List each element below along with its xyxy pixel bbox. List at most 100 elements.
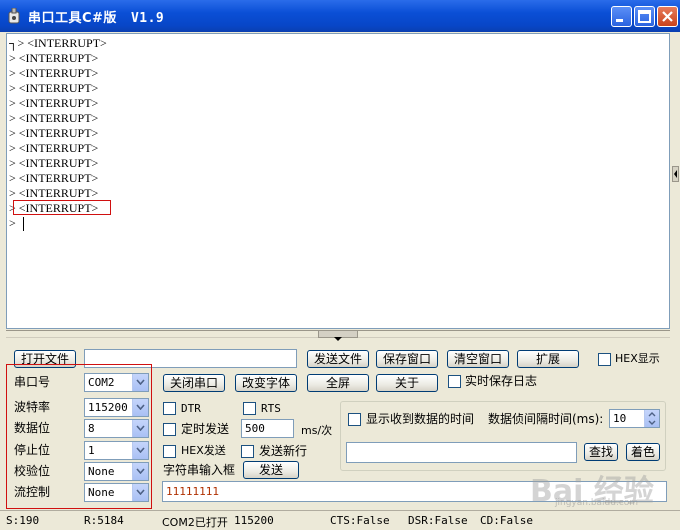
color-button[interactable]: 着色 [626, 443, 660, 461]
chevron-down-icon [136, 468, 145, 474]
about-button[interactable]: 关于 [376, 374, 438, 392]
databits-label: 数据位 [14, 421, 51, 435]
timed-send-checkbox[interactable] [163, 423, 176, 436]
text-caret [23, 217, 24, 231]
frame-interval-value: 10 [613, 412, 627, 425]
console-line: > <INTERRUPT> [9, 141, 99, 155]
hex-send-checkbox[interactable] [163, 445, 176, 458]
rts-checkbox[interactable] [243, 402, 256, 415]
title-bar[interactable]: 串口工具C#版 V1.9 [0, 0, 680, 32]
console-line: > <INTERRUPT> [9, 96, 99, 110]
console-line: > <INTERRUPT> [9, 51, 99, 65]
minimize-icon [616, 19, 623, 22]
status-received-count: R:5184 [84, 514, 124, 527]
console-prompt-line: > [9, 216, 16, 230]
chevron-down-icon [136, 404, 145, 410]
parity-select[interactable]: None [84, 462, 149, 481]
interval-unit: ms/次 [301, 424, 333, 437]
port-select[interactable]: COM2 [84, 373, 149, 392]
realtime-log-label: 实时保存日志 [465, 374, 538, 388]
rts-label: RTS [261, 402, 281, 415]
window-title: 串口工具C#版 V1.9 [28, 7, 164, 26]
chevron-down-icon [136, 489, 145, 495]
spin-down-icon [648, 420, 656, 425]
console-line: > <INTERRUPT> [9, 111, 99, 125]
close-port-button[interactable]: 关闭串口 [163, 374, 225, 392]
splitter-grip[interactable] [318, 330, 358, 341]
close-button[interactable] [657, 6, 678, 27]
console-line: > <INTERRUPT> [9, 186, 99, 200]
clear-window-button[interactable]: 清空窗口 [447, 350, 509, 368]
frame-interval-input[interactable]: 10 [609, 409, 660, 428]
status-port-state: COM2已打开 [162, 516, 228, 529]
hex-display-label: HEX显示 [615, 352, 660, 365]
databits-select[interactable]: 8 [84, 419, 149, 438]
close-icon [662, 11, 673, 22]
dtr-label: DTR [181, 402, 201, 415]
window-version: V1.9 [130, 11, 165, 26]
app-window: 串口工具C#版 V1.9 ┐> <INTERRUPT> > <INTERRUPT>… [0, 0, 680, 530]
stopbits-select[interactable]: 1 [84, 441, 149, 460]
hex-send-label: HEX发送 [181, 444, 226, 457]
receive-console[interactable]: ┐> <INTERRUPT> > <INTERRUPT> > <INTERRUP… [6, 33, 670, 329]
send-newline-label: 发送新行 [259, 444, 308, 458]
flow-dropdown-arrow[interactable] [132, 484, 148, 501]
parity-select-value: None [88, 465, 115, 478]
show-time-checkbox[interactable] [348, 413, 361, 426]
console-line: > <INTERRUPT> [9, 156, 99, 170]
flow-select[interactable]: None [84, 483, 149, 502]
baud-dropdown-arrow[interactable] [132, 399, 148, 416]
chevron-down-icon [334, 337, 342, 341]
change-font-button[interactable]: 改变字体 [235, 374, 297, 392]
console-line: > <INTERRUPT> [9, 126, 99, 140]
status-baud: 115200 [234, 514, 274, 527]
baud-label: 波特率 [14, 400, 51, 414]
interval-input[interactable]: 500 [241, 419, 294, 438]
dtr-checkbox[interactable] [163, 402, 176, 415]
search-input[interactable] [346, 442, 577, 463]
parity-dropdown-arrow[interactable] [132, 463, 148, 480]
baud-select-value: 115200 [88, 401, 128, 414]
port-label: 串口号 [14, 375, 51, 389]
status-dsr: DSR:False [408, 514, 468, 527]
status-cts: CTS:False [330, 514, 390, 527]
maximize-button[interactable] [634, 6, 655, 27]
send-file-button[interactable]: 发送文件 [307, 350, 369, 368]
side-panel-toggle[interactable] [672, 166, 679, 182]
stopbits-select-value: 1 [88, 444, 95, 457]
window-title-text: 串口工具C#版 [28, 11, 117, 26]
port-select-value: COM2 [88, 376, 115, 389]
flow-label: 流控制 [14, 485, 51, 499]
baud-select[interactable]: 115200 [84, 398, 149, 417]
fullscreen-button[interactable]: 全屏 [307, 374, 369, 392]
chevron-down-icon [136, 379, 145, 385]
status-bar: S:190 R:5184 COM2已打开 115200 CTS:False DS… [0, 510, 680, 530]
timed-send-label: 定时发送 [181, 422, 230, 436]
show-time-label: 显示收到数据的时间 [366, 412, 475, 426]
chevron-down-icon [136, 425, 145, 431]
console-line: > <INTERRUPT> [9, 171, 99, 185]
databits-dropdown-arrow[interactable] [132, 420, 148, 437]
stopbits-label: 停止位 [14, 443, 51, 457]
flow-select-value: None [88, 486, 115, 499]
port-dropdown-arrow[interactable] [132, 374, 148, 391]
frame-interval-spinner[interactable] [644, 410, 659, 427]
stopbits-dropdown-arrow[interactable] [132, 442, 148, 459]
hex-display-checkbox[interactable] [598, 353, 611, 366]
send-newline-checkbox[interactable] [241, 445, 254, 458]
extend-button[interactable]: 扩展 [517, 350, 579, 368]
status-sent-count: S:190 [6, 514, 40, 527]
send-button[interactable]: 发送 [243, 461, 299, 479]
frame-interval-label: 数据侦间隔时间(ms): [488, 412, 604, 426]
realtime-log-checkbox[interactable] [448, 375, 461, 388]
find-button[interactable]: 查找 [584, 443, 618, 461]
maximize-icon [638, 10, 651, 23]
console-line: ┐> <INTERRUPT> [9, 36, 107, 50]
save-window-button[interactable]: 保存窗口 [376, 350, 438, 368]
console-line: > <INTERRUPT> [9, 81, 99, 95]
chevron-down-icon [136, 447, 145, 453]
app-icon [8, 8, 20, 24]
minimize-button[interactable] [611, 6, 632, 27]
highlight-annotation [13, 200, 111, 215]
string-input-label: 字符串输入框 [163, 463, 236, 477]
